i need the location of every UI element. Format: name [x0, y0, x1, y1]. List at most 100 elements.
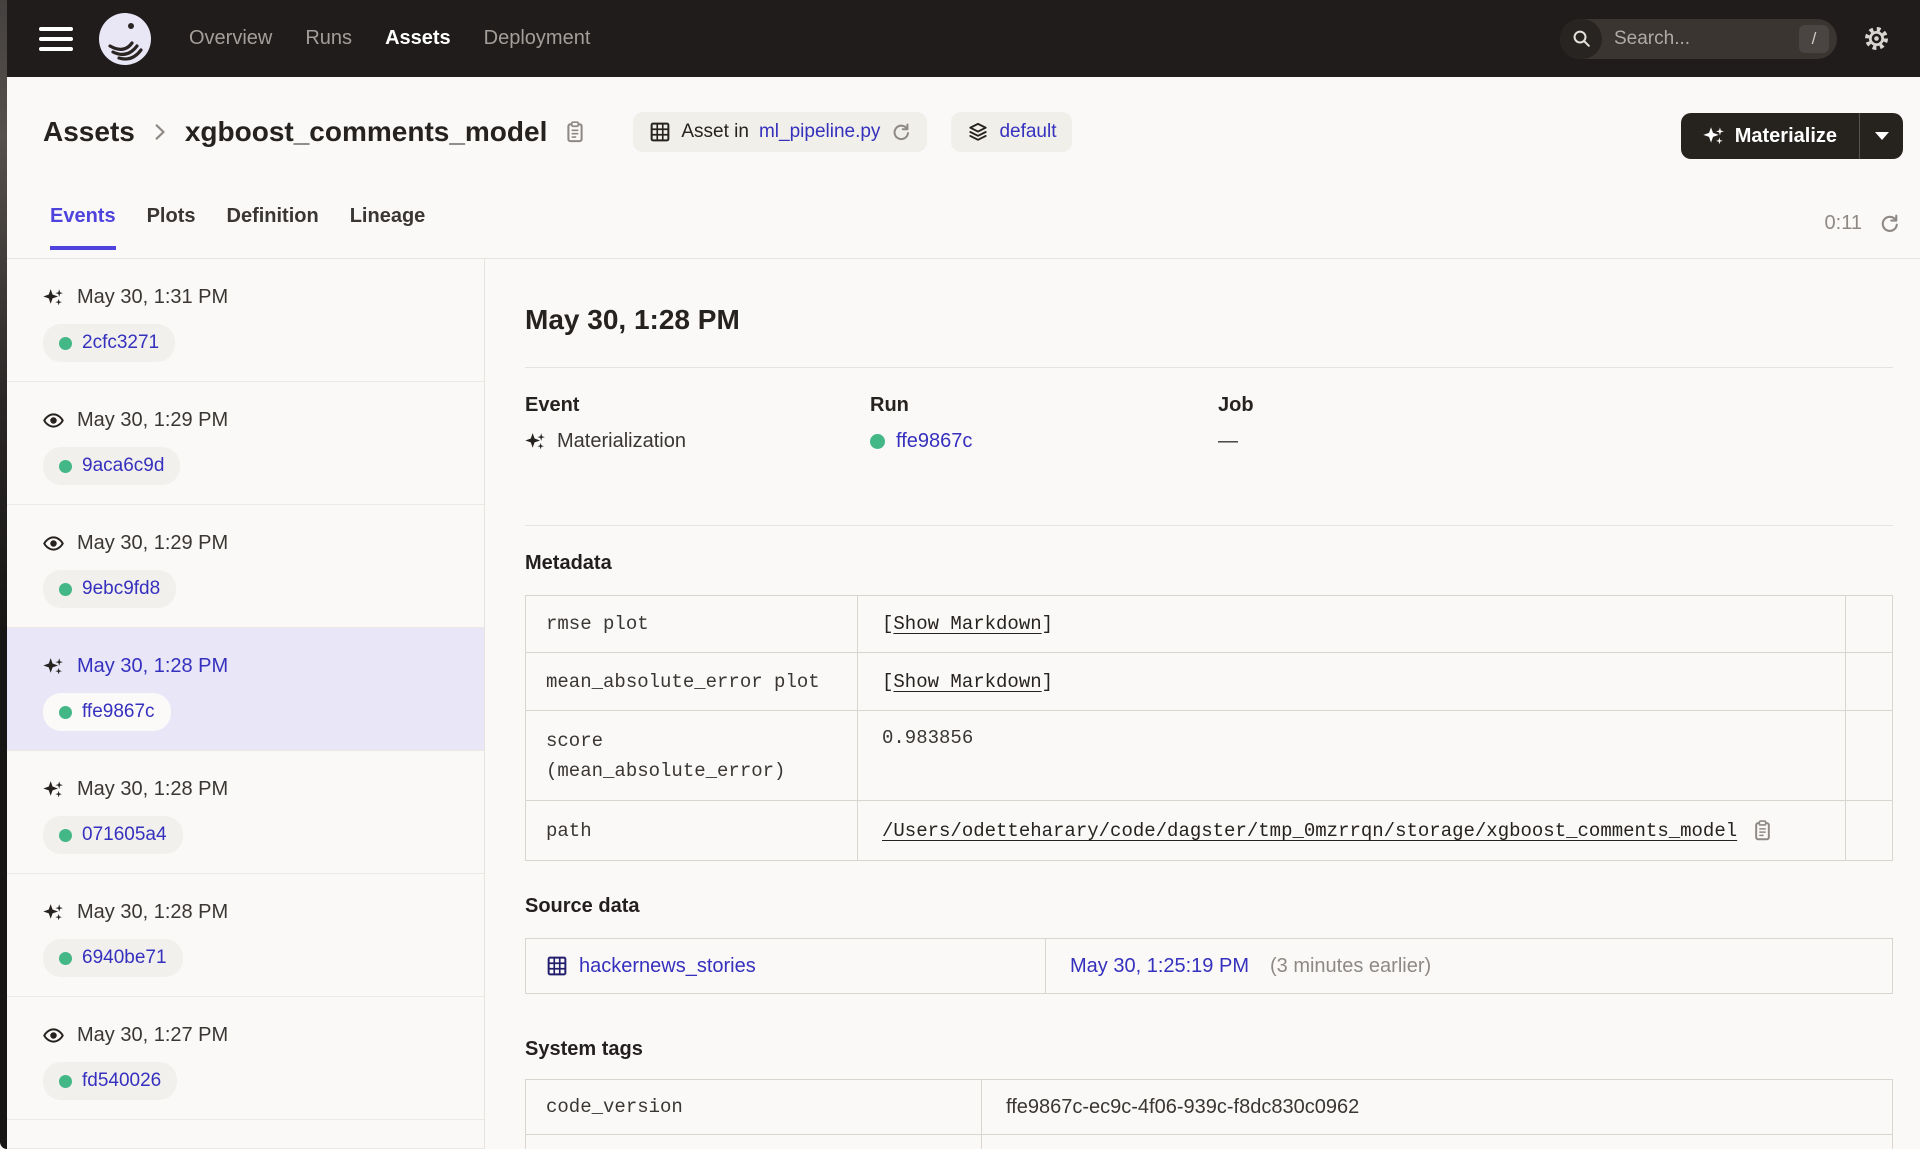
table-row: code_version ffe9867c-ec9c-4f06-939c-f8d… [526, 1080, 1892, 1135]
page-header: Assets xgboost_comments_model Asset in m… [7, 77, 1920, 259]
source-asset-cell: hackernews_stories [526, 939, 1045, 993]
tab-lineage[interactable]: Lineage [350, 205, 426, 250]
list-item[interactable]: May 30, 1:29 PM 9aca6c9d [7, 382, 484, 505]
event-timestamp: May 30, 1:29 PM [77, 409, 229, 431]
run-id-badge[interactable]: fd540026 [43, 1062, 178, 1100]
materialization-icon [43, 902, 64, 923]
job-column-label: Job [1218, 394, 1254, 416]
event-timestamp: May 30, 1:27 PM [77, 1024, 229, 1046]
run-status-dot [59, 1074, 72, 1088]
code-location-link[interactable]: ml_pipeline.py [759, 121, 880, 143]
materialize-button[interactable]: Materialize [1681, 113, 1859, 159]
search-box[interactable]: / [1560, 18, 1837, 59]
metadata-heading: Metadata [525, 552, 612, 574]
path-link[interactable]: /Users/odetteharary/code/dagster/tmp_0mz… [882, 820, 1737, 842]
list-item[interactable]: May 30, 1:31 PM 2cfc3271 [7, 259, 484, 382]
table-row: mean_absolute_error plot [Show Markdown] [526, 653, 1892, 711]
search-icon [1560, 18, 1602, 59]
materialize-split-button: Materialize [1680, 113, 1903, 159]
run-column-label: Run [870, 394, 909, 416]
dagster-logo-icon[interactable] [97, 11, 153, 67]
run-id-link[interactable]: 9aca6c9d [82, 455, 164, 477]
run-id-badge[interactable]: ffe9867c [43, 693, 171, 731]
run-id-badge[interactable]: 071605a4 [43, 816, 183, 854]
system-tags-table: code_version ffe9867c-ec9c-4f06-939c-f8d… [525, 1079, 1893, 1149]
gear-icon[interactable] [1863, 25, 1890, 52]
list-item-selected[interactable]: May 30, 1:28 PM ffe9867c [7, 628, 484, 751]
nav-item-runs[interactable]: Runs [305, 27, 352, 50]
run-value: ffe9867c [870, 430, 1218, 453]
tab-events[interactable]: Events [50, 205, 116, 250]
source-timestamp-link[interactable]: May 30, 1:25:19 PM [1070, 955, 1249, 978]
job-value: — [1218, 430, 1238, 452]
asset-group-badge[interactable]: default [951, 112, 1073, 152]
asset-definition-badge[interactable]: Asset in ml_pipeline.py [633, 112, 928, 152]
breadcrumb-assets-link[interactable]: Assets [43, 116, 135, 148]
page-title: xgboost_comments_model [184, 116, 548, 147]
run-status-dot [59, 336, 72, 350]
group-link[interactable]: default [999, 121, 1056, 143]
source-data-table: hackernews_stories May 30, 1:25:19 PM (3… [525, 938, 1893, 994]
tab-definition[interactable]: Definition [227, 205, 319, 250]
show-markdown-link[interactable]: [Show Markdown] [882, 613, 1053, 635]
copy-asset-name-icon[interactable] [563, 120, 587, 144]
nav-item-assets[interactable]: Assets [385, 27, 451, 50]
metadata-key: path [546, 819, 592, 842]
breadcrumb: Assets xgboost_comments_model Asset in m… [43, 112, 1073, 152]
reload-location-icon[interactable] [890, 122, 911, 143]
run-id-link[interactable]: 9ebc9fd8 [82, 578, 160, 600]
hamburger-menu-icon[interactable] [39, 26, 73, 51]
run-id-link[interactable]: fd540026 [82, 1070, 161, 1092]
run-id-badge[interactable]: 2cfc3271 [43, 324, 176, 362]
metadata-table: rmse plot [Show Markdown] mean_absolute_… [525, 595, 1893, 861]
run-id-link[interactable]: 071605a4 [82, 824, 167, 846]
tab-plots[interactable]: Plots [147, 205, 196, 250]
event-list-sidebar: May 30, 1:31 PM 2cfc3271 May 30, 1:29 PM… [7, 259, 485, 1149]
run-id-link[interactable]: ffe9867c [896, 430, 972, 453]
materialization-icon [525, 431, 546, 452]
table-row: path /Users/odetteharary/code/dagster/tm… [526, 801, 1892, 860]
event-type-value: Materialization [525, 430, 870, 453]
run-id-link[interactable]: 2cfc3271 [82, 332, 159, 354]
materialize-options-button[interactable] [1859, 113, 1903, 159]
list-item[interactable]: May 30, 1:27 PM fd540026 [7, 997, 484, 1120]
chevron-right-icon [149, 121, 171, 143]
observation-icon [43, 410, 64, 431]
run-id-link[interactable]: ffe9867c [82, 701, 155, 723]
list-item[interactable]: May 30, 1:29 PM 9ebc9fd8 [7, 505, 484, 628]
run-id-link[interactable]: 6940be71 [82, 947, 167, 969]
refresh-countdown: 0:11 [1824, 212, 1862, 234]
event-timestamp: May 30, 1:28 PM [77, 778, 229, 800]
asset-grid-icon [546, 955, 568, 977]
run-status-dot [59, 828, 72, 842]
show-markdown-link[interactable]: [Show Markdown] [882, 671, 1053, 693]
refresh-icon[interactable] [1878, 213, 1900, 235]
metadata-key: mean_absolute_error plot [546, 670, 820, 693]
materialization-icon [43, 779, 64, 800]
nav-item-deployment[interactable]: Deployment [484, 27, 591, 50]
source-asset-link[interactable]: hackernews_stories [579, 955, 756, 978]
run-status-dot [59, 705, 72, 719]
materialize-sparkle-icon [1703, 125, 1725, 147]
metadata-key: score (mean_absolute_error) [546, 729, 786, 782]
list-item[interactable]: May 30, 1:28 PM 071605a4 [7, 751, 484, 874]
event-summary-columns: Event Run Job Materialization ffe9867c — [525, 394, 1893, 453]
search-input[interactable] [1614, 27, 1774, 50]
run-status-dot [870, 434, 885, 449]
table-row: score (mean_absolute_error) 0.983856 [526, 711, 1892, 801]
list-item[interactable]: May 30, 1:28 PM 6940be71 [7, 874, 484, 997]
run-id-badge[interactable]: 6940be71 [43, 939, 183, 977]
event-detail-title: May 30, 1:28 PM [525, 304, 740, 335]
copy-path-icon[interactable] [1751, 819, 1774, 842]
source-time-cell: May 30, 1:25:19 PM (3 minutes earlier) [1045, 939, 1892, 993]
run-id-badge[interactable]: 9aca6c9d [43, 447, 181, 485]
source-relative-time: (3 minutes earlier) [1269, 954, 1432, 977]
nav-item-overview[interactable]: Overview [189, 27, 272, 50]
asset-grid-icon [649, 121, 671, 143]
chevron-down-icon [1874, 132, 1889, 140]
auto-refresh-timer: 0:11 [1825, 212, 1900, 235]
event-timestamp: May 30, 1:29 PM [77, 532, 229, 554]
asset-in-label: Asset in [681, 121, 749, 142]
run-id-badge[interactable]: 9ebc9fd8 [43, 570, 177, 608]
top-nav-bar: Overview Runs Assets Deployment / [0, 0, 1920, 77]
